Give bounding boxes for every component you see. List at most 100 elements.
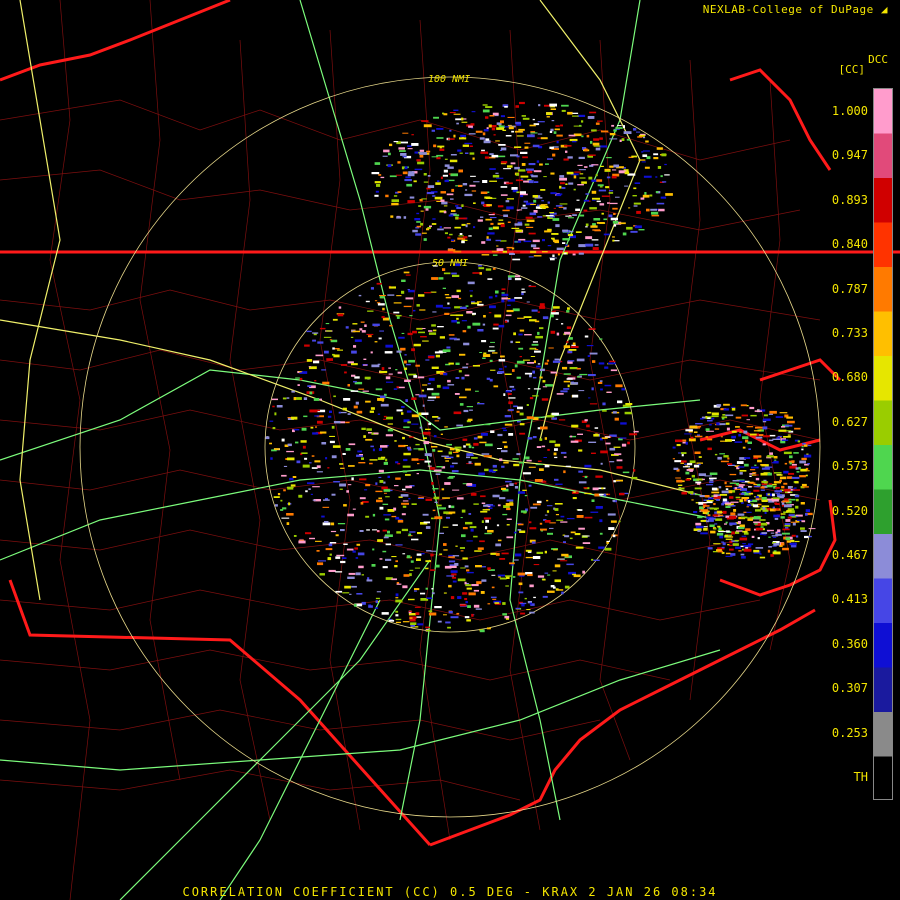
echo-pixel bbox=[593, 145, 601, 147]
echo-pixel bbox=[446, 193, 454, 196]
echo-pixel bbox=[750, 414, 757, 417]
echo-pixel bbox=[335, 590, 343, 593]
cod-logo-icon: ◢ bbox=[880, 3, 888, 16]
echo-pixel bbox=[462, 366, 468, 369]
echo-pixel bbox=[417, 463, 420, 465]
echo-pixel bbox=[397, 191, 402, 193]
echo-pixel bbox=[292, 476, 297, 478]
echo-pixel bbox=[394, 565, 398, 568]
echo-pixel bbox=[486, 127, 489, 130]
echo-pixel bbox=[498, 359, 506, 362]
echo-pixel bbox=[656, 202, 665, 205]
echo-pixel bbox=[480, 216, 484, 218]
echo-pixel bbox=[503, 461, 509, 464]
echo-pixel bbox=[597, 381, 603, 384]
echo-pixel bbox=[626, 139, 630, 141]
echo-pixel bbox=[578, 244, 586, 248]
echo-pixel bbox=[331, 493, 336, 496]
echo-pixel bbox=[329, 410, 332, 413]
echo-pixel bbox=[507, 304, 511, 306]
echo-pixel bbox=[468, 133, 476, 135]
echo-pixel bbox=[359, 328, 363, 331]
echo-pixel bbox=[797, 440, 801, 443]
echo-pixel bbox=[600, 165, 604, 167]
echo-pixel bbox=[565, 244, 568, 247]
echo-pixel bbox=[715, 518, 723, 521]
echo-pixel bbox=[536, 160, 540, 163]
echo-pixel bbox=[411, 143, 419, 146]
echo-pixel bbox=[511, 130, 515, 133]
echo-pixel bbox=[622, 471, 630, 474]
echo-pixel bbox=[413, 448, 421, 450]
echo-pixel bbox=[800, 527, 805, 530]
echo-pixel bbox=[421, 553, 425, 555]
echo-pixel bbox=[592, 360, 596, 363]
echo-pixel bbox=[772, 545, 777, 547]
echo-pixel bbox=[321, 442, 327, 445]
echo-pixel bbox=[408, 289, 415, 293]
echo-pixel bbox=[706, 484, 714, 486]
echo-pixel bbox=[546, 116, 550, 118]
echo-pixel bbox=[502, 513, 508, 516]
echo-pixel bbox=[431, 446, 438, 448]
echo-pixel bbox=[337, 349, 343, 351]
echo-pixel bbox=[803, 444, 808, 447]
echo-pixel bbox=[500, 194, 508, 196]
echo-pixel bbox=[613, 164, 619, 168]
echo-pixel bbox=[377, 413, 381, 415]
echo-pixel bbox=[512, 258, 521, 261]
echo-pixel bbox=[505, 585, 509, 587]
echo-pixel bbox=[782, 528, 790, 531]
echo-pixel bbox=[623, 125, 625, 128]
echo-pixel bbox=[695, 481, 702, 484]
echo-pixel bbox=[503, 168, 512, 170]
echo-pixel bbox=[447, 302, 450, 305]
echo-pixel bbox=[407, 200, 415, 203]
echo-pixel bbox=[633, 430, 639, 433]
echo-pixel bbox=[303, 397, 308, 400]
echo-pixel bbox=[505, 135, 512, 137]
echo-pixel bbox=[763, 414, 768, 417]
echo-pixel bbox=[709, 481, 714, 484]
echo-pixel bbox=[641, 161, 646, 163]
echo-pixel bbox=[329, 440, 335, 444]
echo-pixel bbox=[417, 376, 425, 379]
echo-pixel bbox=[500, 147, 507, 151]
echo-pixel bbox=[545, 215, 554, 217]
echo-pixel bbox=[385, 558, 392, 561]
echo-pixel bbox=[711, 507, 719, 510]
echo-pixel bbox=[375, 388, 383, 391]
echo-pixel bbox=[474, 550, 482, 552]
echo-pixel bbox=[491, 586, 495, 589]
echo-pixel bbox=[406, 183, 413, 187]
echo-pixel bbox=[557, 558, 565, 560]
echo-pixel bbox=[724, 502, 731, 505]
echo-pixel bbox=[389, 143, 393, 147]
echo-pixel bbox=[711, 417, 715, 420]
echo-pixel bbox=[725, 555, 733, 557]
echo-pixel bbox=[656, 147, 663, 150]
echo-pixel bbox=[486, 627, 491, 630]
echo-pixel bbox=[415, 364, 420, 367]
echo-pixel bbox=[573, 175, 577, 179]
echo-pixel bbox=[601, 212, 604, 215]
echo-pixel bbox=[544, 572, 549, 574]
echo-pixel bbox=[491, 154, 499, 158]
echo-pixel bbox=[353, 405, 358, 409]
echo-pixel bbox=[526, 609, 531, 611]
echo-pixel bbox=[759, 553, 762, 555]
echo-pixel bbox=[435, 564, 440, 568]
echo-pixel bbox=[578, 169, 586, 171]
echo-pixel bbox=[604, 366, 609, 369]
echo-pixel bbox=[615, 196, 620, 198]
echo-pixel bbox=[481, 201, 485, 205]
echo-pixel bbox=[755, 527, 763, 531]
echo-pixel bbox=[554, 478, 559, 481]
echo-pixel bbox=[335, 571, 343, 573]
echo-pixel bbox=[532, 118, 535, 121]
echo-pixel bbox=[716, 532, 724, 536]
echo-pixel bbox=[787, 420, 795, 424]
echo-pixel bbox=[428, 355, 435, 359]
echo-pixel bbox=[543, 206, 549, 208]
echo-pixel bbox=[513, 531, 517, 534]
